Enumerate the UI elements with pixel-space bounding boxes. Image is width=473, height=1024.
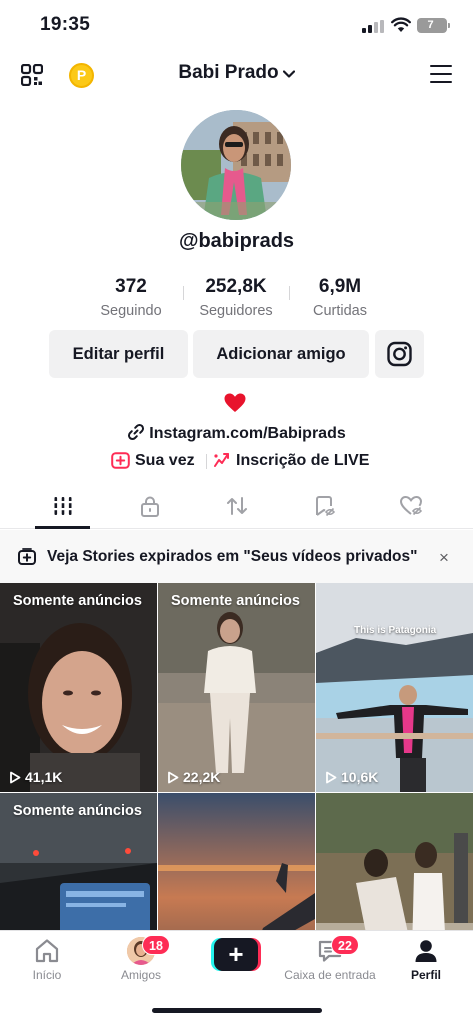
inbox-badge: 22 [331,935,359,955]
ads-only-label: Somente anúncios [13,593,142,609]
stat-likes[interactable]: 6,9M Curtidas [280,276,400,319]
battery-level: 7 [427,19,434,31]
nav-friends[interactable]: 18 Amigos [94,935,188,987]
stat-followers[interactable]: 252,8K Seguidores [176,276,296,319]
video-caption: This is Patagonia [354,625,437,636]
friends-badge: 18 [142,935,170,955]
nav-inbox[interactable]: 22 Caixa de entrada [283,935,377,987]
nav-inbox-label: Caixa de entrada [284,968,376,982]
videos-grid-icon [53,497,73,515]
profile-icon [415,940,437,962]
tab-liked[interactable] [363,487,457,529]
avatar-photo [181,110,291,220]
bio-link-text[interactable]: Instagram.com/Babiprads [149,425,346,442]
ads-only-label: Somente anúncios [13,803,142,819]
stat-label: Seguidores [199,303,273,319]
battery-icon: 7 [417,18,450,33]
bookmark-hidden-icon [316,496,336,517]
live-subscription-pill[interactable]: Inscrição de LIVE [212,451,369,470]
view-count: 10,6K [325,769,378,785]
ads-only-label: Somente anúncios [171,593,300,609]
play-icon [168,771,179,784]
video-thumbnail[interactable] [158,793,315,930]
tab-indicator [35,526,90,529]
live-subscription-label: Inscrição de LIVE [236,452,370,469]
banner-text: Veja Stories expirados em "Seus vídeos p… [47,548,418,565]
profile-handle: @babiprads [178,230,295,252]
nav-home[interactable]: Início [0,937,94,987]
live-subscription-icon [214,453,229,467]
stat-value: 6,9M [318,276,362,297]
heart-emoji-icon [224,393,246,412]
stat-value: 252,8K [205,276,267,297]
nav-friends-label: Amigos [120,968,161,982]
status-time: 19:35 [40,14,91,35]
edit-profile-button[interactable]: Editar perfil [49,330,188,378]
link-icon [128,423,145,441]
status-bar: 19:35 7 [0,0,473,50]
profile-tabs [0,487,473,529]
video-image [316,583,473,792]
video-image [158,583,315,792]
home-indicator[interactable] [152,1008,322,1013]
stat-value: 372 [115,276,147,297]
video-grid: Somente anúncios 41,1K Somente anúncios … [0,583,473,930]
stat-following[interactable]: 372 Seguindo [71,276,191,319]
video-thumbnail[interactable] [316,793,473,930]
heart-hidden-icon [399,495,423,516]
instagram-button[interactable] [375,330,424,378]
view-count: 22,2K [167,769,220,785]
tab-reposts[interactable] [189,487,283,529]
wifi-icon [391,17,411,32]
video-image [316,793,473,930]
stat-label: Curtidas [313,303,367,319]
video-thumbnail[interactable]: Somente anúncios [0,793,157,930]
tab-private[interactable] [102,487,196,529]
tab-favorites[interactable] [276,487,370,529]
avatar[interactable] [181,110,291,220]
instagram-icon [387,341,412,367]
plus-icon: + [214,938,258,971]
stat-label: Seguindo [100,303,162,319]
view-count: 41,1K [9,769,62,785]
account-switcher[interactable]: Babi Prado [0,62,473,84]
nav-profile-label: Perfil [410,968,441,982]
video-thumbnail[interactable]: Somente anúncios 22,2K [158,583,315,792]
video-thumbnail[interactable]: This is Patagonia 10,6K [316,583,473,792]
video-thumbnail[interactable]: Somente anúncios 41,1K [0,583,157,792]
your-turn-label: Sua vez [135,452,195,469]
signal-icon [362,20,384,33]
video-image [158,793,315,930]
play-icon [10,771,21,784]
profile-name[interactable]: Babi Prado [178,62,278,83]
play-icon [326,771,337,784]
close-icon[interactable]: × [439,548,449,568]
chevron-down-icon[interactable] [282,70,295,78]
repost-icon [227,497,247,515]
divider [206,454,207,469]
nav-profile[interactable]: Perfil [379,937,473,987]
your-turn-pill[interactable]: Sua vez [111,451,195,470]
tab-videos[interactable] [15,487,109,529]
add-story-icon [18,548,36,565]
add-friend-button[interactable]: Adicionar amigo [193,330,369,378]
lock-icon [141,496,159,517]
bio-link[interactable]: Instagram.com/Babiprads [0,423,473,443]
add-story-icon [111,452,130,469]
nav-home-label: Início [32,968,62,982]
stories-banner[interactable]: Veja Stories expirados em "Seus vídeos p… [0,530,473,583]
menu-icon[interactable] [430,65,452,84]
home-icon [35,939,59,963]
create-button[interactable]: + [211,938,261,971]
video-image [0,583,157,792]
